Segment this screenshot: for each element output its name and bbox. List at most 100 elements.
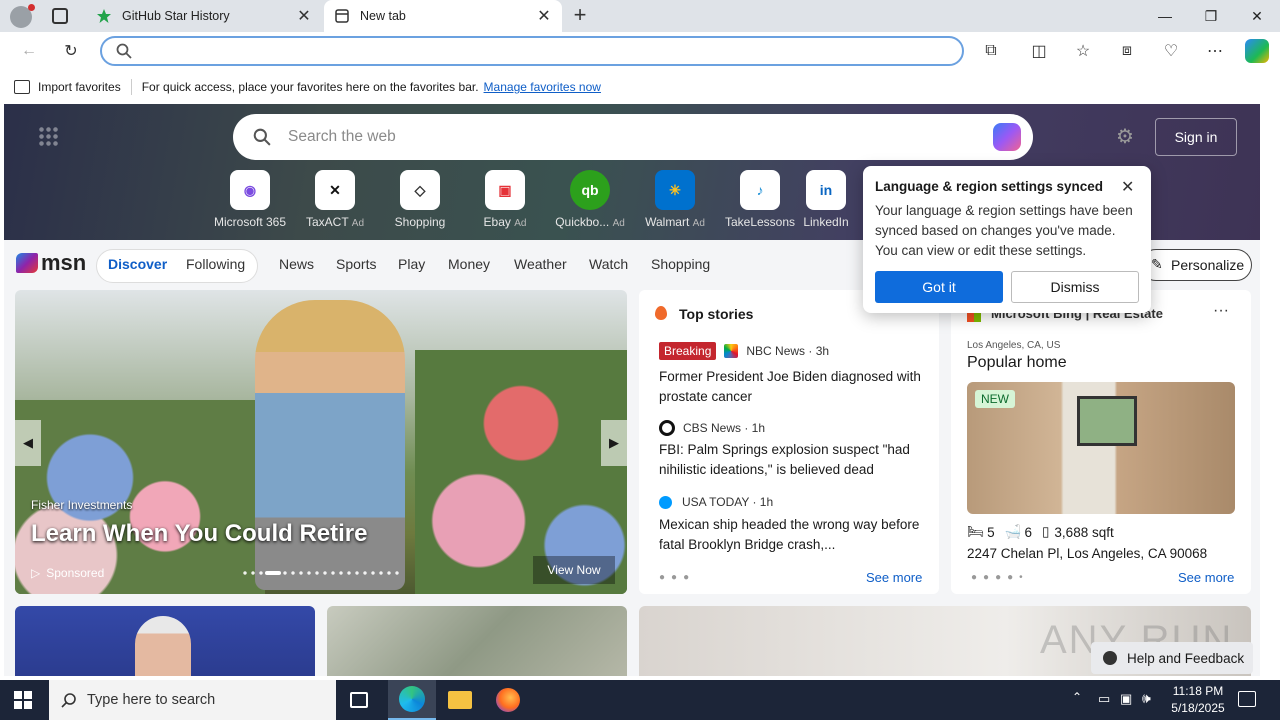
news-card-money[interactable]	[327, 606, 627, 676]
view-now-button[interactable]: View Now	[533, 556, 615, 584]
quicklink-shopping[interactable]: ◇ Shopping	[378, 170, 462, 229]
import-favorites-button[interactable]: Import favorites	[38, 80, 121, 94]
network-icon[interactable]: ▭	[1098, 691, 1110, 707]
collections-icon[interactable]: ⧈	[1112, 36, 1142, 66]
story-3-headline[interactable]: Mexican ship headed the wrong way before…	[659, 515, 929, 555]
story-1-source[interactable]: Breaking NBC News · 3h	[659, 342, 829, 360]
popup-body: Your language & region settings have bee…	[875, 203, 1133, 258]
extensions-icon[interactable]: ⧉	[976, 36, 1006, 66]
page-dots[interactable]: ●●●●•	[971, 572, 1029, 583]
story-2-headline[interactable]: FBI: Palm Springs explosion suspect "had…	[659, 440, 929, 480]
carousel-prev-button[interactable]: ◀	[15, 420, 41, 466]
see-more-link[interactable]: See more	[866, 570, 922, 585]
copilot-icon[interactable]	[1245, 39, 1269, 63]
popup-close-icon[interactable]: ✕	[1121, 177, 1134, 197]
import-favorites-icon[interactable]	[14, 80, 30, 94]
close-window-button[interactable]: ✕	[1234, 0, 1280, 32]
volume-icon[interactable]: 🕪	[1142, 690, 1151, 707]
refresh-button[interactable]: ↻	[56, 36, 86, 66]
msn-butterfly-icon	[16, 253, 38, 273]
quicklink-walmart[interactable]: ✳ Walmart Ad	[633, 170, 717, 229]
favorites-star-icon[interactable]: ☆	[1068, 36, 1098, 66]
taxact-icon: ✕	[315, 170, 355, 210]
home-photo[interactable]: NEW	[967, 382, 1235, 514]
file-explorer-icon[interactable]	[448, 691, 472, 709]
split-screen-icon[interactable]: ◫	[1024, 36, 1054, 66]
apps-grid-icon[interactable]	[38, 126, 58, 146]
breaking-badge: Breaking	[659, 342, 717, 360]
clock-date[interactable]: 5/18/2025	[1166, 701, 1230, 715]
tab-following[interactable]: Following	[186, 256, 245, 272]
see-more-link[interactable]: See more	[1178, 570, 1234, 585]
carousel-active-dot	[265, 571, 281, 575]
quicklink-linkedin[interactable]: in LinkedIn	[803, 170, 849, 229]
nav-news[interactable]: News	[279, 256, 314, 272]
story-2-source[interactable]: CBS News · 1h	[659, 420, 765, 436]
display-icon[interactable]: ▣	[1120, 691, 1132, 707]
nbc-news-icon	[724, 344, 739, 358]
navigation-bar: ← ↻ ⧉ ◫ ☆ ⧈ ♡ ⋯	[0, 32, 1280, 70]
home-address[interactable]: 2247 Chelan Pl, Los Angeles, CA 90068	[967, 546, 1207, 561]
manage-favorites-link[interactable]: Manage favorites now	[484, 80, 601, 94]
close-tab-icon[interactable]: ✕	[536, 6, 552, 26]
windows-start-icon[interactable]	[14, 691, 32, 709]
taskbar-search-input[interactable]: Type here to search	[49, 680, 336, 720]
new-tab-button[interactable]: +	[568, 4, 592, 28]
quicklink-taxact[interactable]: ✕ TaxACT Ad	[293, 170, 377, 229]
quicklink-microsoft-365[interactable]: ◉ Microsoft 365	[208, 170, 292, 229]
home-stats: 🛏 5 🛁 6 ▯ 3,688 sqft	[967, 524, 1114, 540]
pencil-icon: ✎	[1151, 256, 1163, 272]
nav-money[interactable]: Money	[448, 256, 490, 272]
tray-overflow-icon[interactable]: ⌃	[1072, 690, 1082, 704]
quicklink-takelessons[interactable]: ♪ TakeLessons	[718, 170, 802, 229]
msn-logo[interactable]: msn	[16, 250, 86, 276]
personalize-button[interactable]: ✎ Personalize	[1140, 249, 1252, 281]
close-tab-icon[interactable]: ✕	[296, 6, 312, 26]
minimize-button[interactable]: —	[1142, 0, 1188, 32]
clock-time[interactable]: 11:18 PM	[1170, 684, 1226, 698]
task-view-icon[interactable]	[350, 692, 368, 708]
help-feedback-button[interactable]: Help and Feedback	[1091, 642, 1253, 674]
top-stories-card: Top stories Breaking NBC News · 3h Forme…	[639, 290, 939, 594]
nav-shopping[interactable]: Shopping	[651, 256, 710, 272]
notifications-icon[interactable]	[1238, 691, 1256, 707]
news-card-politics[interactable]	[15, 606, 315, 676]
popular-home-heading: Popular home	[967, 354, 1067, 371]
nav-watch[interactable]: Watch	[589, 256, 628, 272]
ad-headline[interactable]: Learn When You Could Retire	[31, 520, 367, 548]
cbs-news-icon	[659, 420, 675, 436]
quicklink-quickbooks[interactable]: qb Quickbo... Ad	[548, 170, 632, 229]
tab-github-star-history[interactable]: GitHub Star History ✕	[86, 0, 322, 32]
back-button[interactable]: ←	[14, 36, 44, 66]
sign-in-button[interactable]: Sign in	[1155, 118, 1237, 156]
web-search-input[interactable]: Search the web	[233, 114, 1033, 160]
takelessons-icon: ♪	[740, 170, 780, 210]
dismiss-button[interactable]: Dismiss	[1011, 271, 1139, 303]
nav-sports[interactable]: Sports	[336, 256, 376, 272]
card-more-options-icon[interactable]: ···	[1213, 302, 1229, 320]
story-3-source[interactable]: USA TODAY · 1h	[659, 495, 773, 509]
settings-more-icon[interactable]: ⋯	[1200, 36, 1230, 66]
restore-button[interactable]: ❐	[1188, 0, 1234, 32]
area-icon: ▯	[1041, 524, 1050, 539]
edge-taskbar-active[interactable]	[388, 680, 436, 720]
tab-new-tab[interactable]: New tab ✕	[324, 0, 562, 32]
tab-actions-icon[interactable]	[52, 8, 68, 24]
page-dots[interactable]: ●●●	[659, 572, 695, 583]
firefox-icon[interactable]	[496, 688, 520, 712]
ebay-icon: ▣	[485, 170, 525, 210]
sponsored-hero-card[interactable]: ◀ ▶ Fisher Investments Learn When You Co…	[15, 290, 627, 594]
quicklink-ebay[interactable]: ▣ Ebay Ad	[463, 170, 547, 229]
page-settings-gear-icon[interactable]: ⚙	[1116, 126, 1138, 148]
got-it-button[interactable]: Got it	[875, 271, 1003, 303]
sponsored-label: ▷ Sponsored	[31, 566, 105, 580]
top-stories-title[interactable]: Top stories	[679, 306, 753, 322]
nav-play[interactable]: Play	[398, 256, 425, 272]
nav-weather[interactable]: Weather	[514, 256, 567, 272]
tab-discover[interactable]: Discover	[108, 256, 167, 272]
carousel-next-button[interactable]: ▶	[601, 420, 627, 466]
browser-essentials-icon[interactable]: ♡	[1156, 36, 1186, 66]
copilot-icon[interactable]	[993, 123, 1021, 151]
address-bar[interactable]	[100, 36, 964, 66]
story-1-headline[interactable]: Former President Joe Biden diagnosed wit…	[659, 367, 929, 407]
